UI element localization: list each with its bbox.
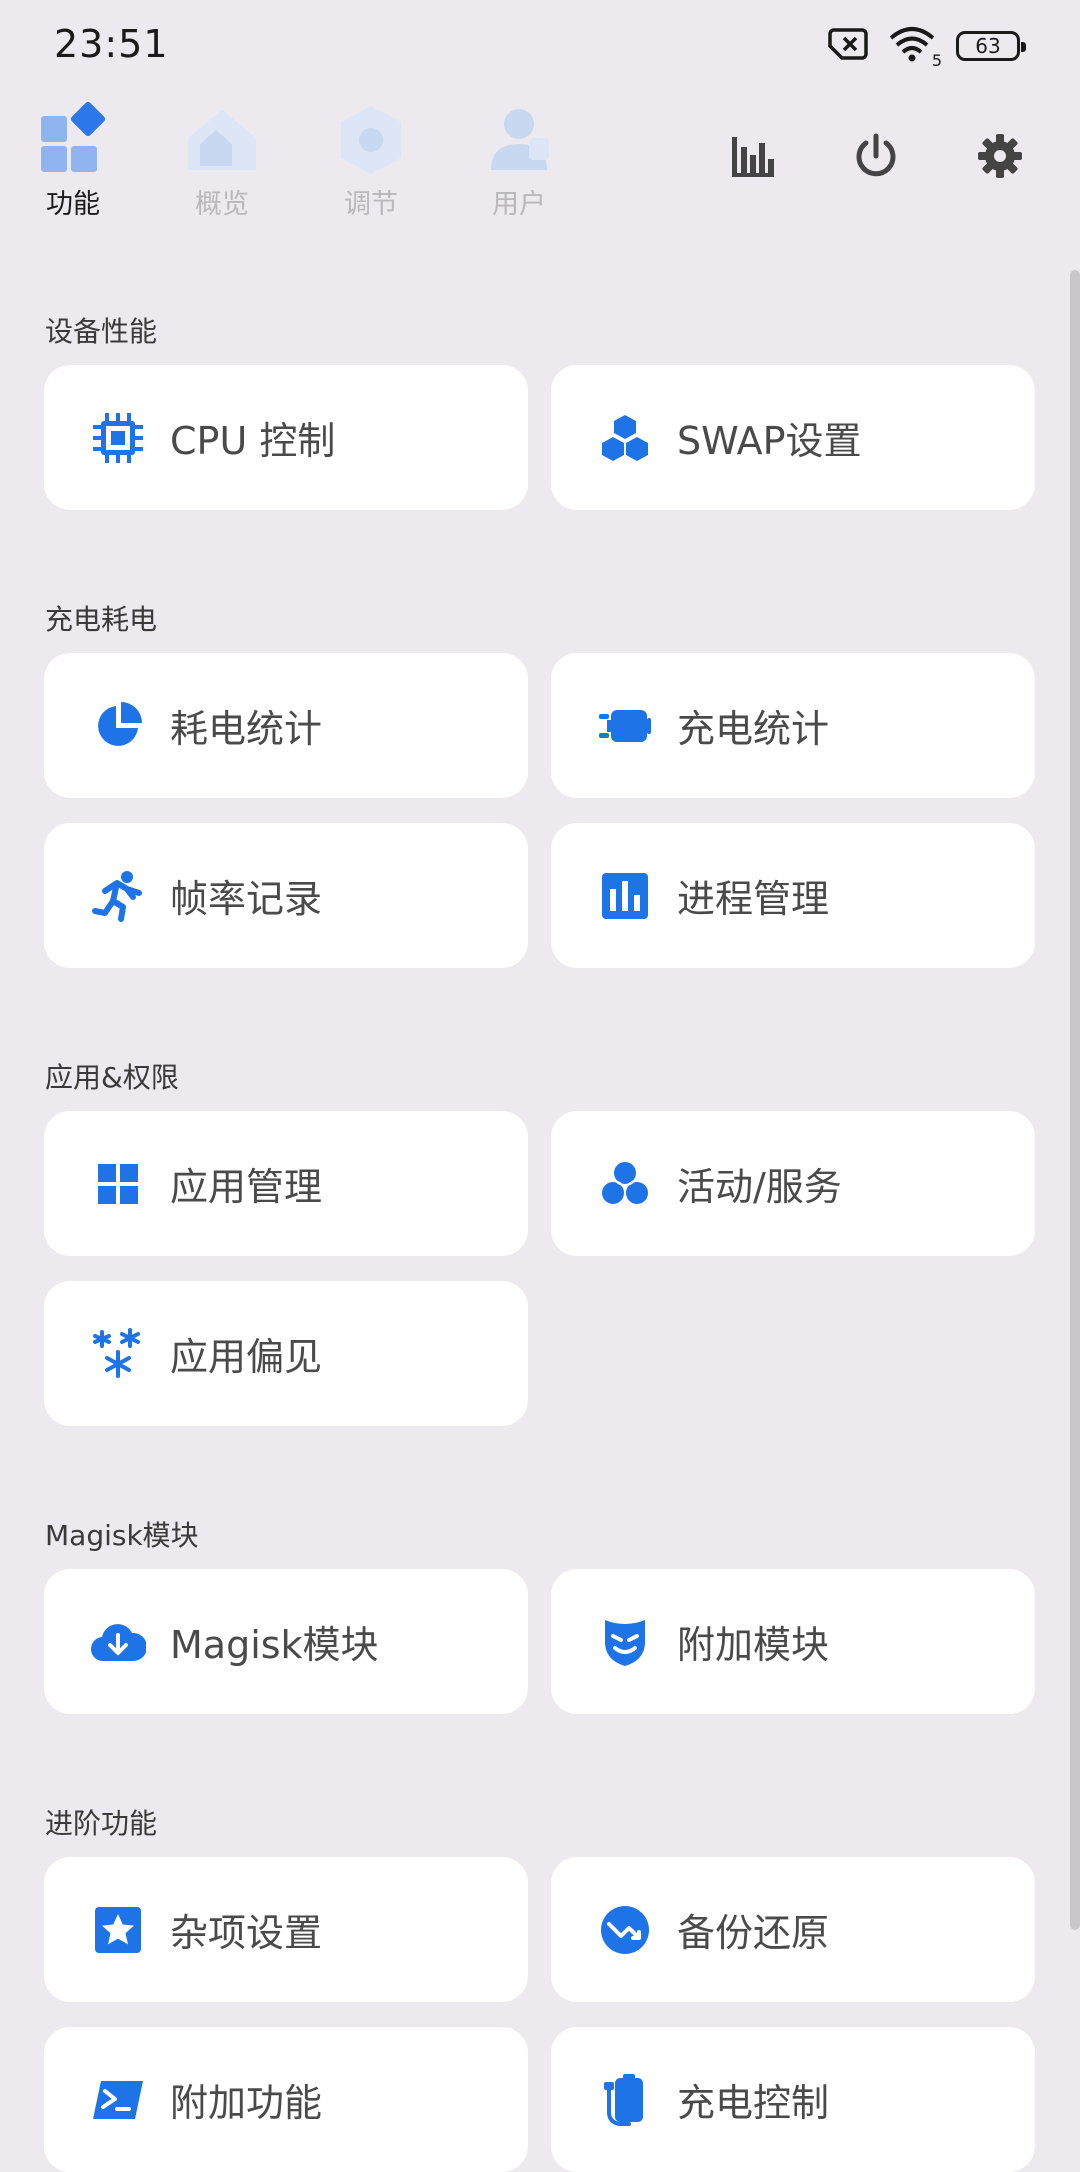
stats-button[interactable]: [723, 128, 783, 188]
user-icon: [479, 100, 559, 180]
tab-features[interactable]: 功能: [13, 100, 133, 221]
power-button[interactable]: [846, 128, 906, 188]
app-bias-card[interactable]: 应用偏见: [44, 1281, 528, 1426]
top-nav: 功能 概览 调节 用户: [0, 100, 1080, 230]
tab-tune[interactable]: 调节: [311, 100, 431, 221]
card-label: 应用偏见: [170, 1335, 323, 1379]
app-grid-icon: [90, 1156, 146, 1212]
card-label: 活动/服务: [677, 1165, 842, 1209]
tab-label: 功能: [46, 189, 100, 220]
charge-control-icon: [597, 2072, 653, 2128]
activity-icon: [597, 1156, 653, 1212]
tab-label: 概览: [195, 189, 249, 220]
card-label: 帧率记录: [170, 877, 323, 921]
no-sim-icon: [828, 28, 870, 64]
addon-functions-card[interactable]: 附加功能: [44, 2027, 528, 2172]
card-label: 进程管理: [677, 877, 830, 921]
scrollbar[interactable]: [1070, 270, 1080, 1930]
process-manage-card[interactable]: 进程管理: [551, 823, 1035, 968]
card-label: 充电统计: [677, 707, 830, 751]
charge-control-card[interactable]: 充电控制: [551, 2027, 1035, 2172]
running-icon: [90, 868, 146, 924]
star-icon: [90, 1902, 146, 1958]
overview-icon: [182, 100, 262, 180]
tab-user[interactable]: 用户: [459, 100, 579, 221]
tab-label: 用户: [492, 189, 546, 220]
terminal-icon: [90, 2072, 146, 2128]
section-title: 充电耗电: [45, 603, 158, 636]
card-label: 充电控制: [677, 2081, 830, 2125]
card-label: 耗电统计: [170, 707, 323, 751]
cloud-download-icon: [90, 1614, 146, 1670]
mask-icon: [597, 1614, 653, 1670]
battery-level: 63: [975, 34, 1001, 58]
process-icon: [597, 868, 653, 924]
battery-indicator: 63: [956, 31, 1026, 61]
card-label: SWAP设置: [677, 419, 862, 463]
activity-service-card[interactable]: 活动/服务: [551, 1111, 1035, 1256]
cpu-icon: [90, 410, 146, 466]
addon-module-card[interactable]: 附加模块: [551, 1569, 1035, 1714]
card-label: CPU 控制: [170, 419, 336, 463]
power-icon: [853, 132, 899, 184]
app-manage-card[interactable]: 应用管理: [44, 1111, 528, 1256]
tab-overview[interactable]: 概览: [162, 100, 282, 221]
snowflake-icon: [90, 1326, 146, 1382]
card-label: 附加功能: [170, 2081, 323, 2125]
card-label: 杂项设置: [170, 1911, 323, 1955]
status-bar: 23:51 5 63: [0, 0, 1080, 96]
section-title: 应用&权限: [45, 1061, 179, 1094]
backup-icon: [597, 1902, 653, 1958]
misc-settings-card[interactable]: 杂项设置: [44, 1857, 528, 2002]
section-title: 进阶功能: [45, 1807, 158, 1840]
nav-actions: [680, 128, 1080, 198]
tab-label: 调节: [344, 189, 398, 220]
cpu-control-card[interactable]: CPU 控制: [44, 365, 528, 510]
card-label: 备份还原: [677, 1911, 830, 1955]
charging-icon: [597, 698, 653, 754]
tune-icon: [331, 100, 411, 180]
wifi-icon: 5: [888, 26, 942, 70]
status-icons: 5 63: [828, 26, 1026, 70]
magisk-module-card[interactable]: Magisk模块: [44, 1569, 528, 1714]
section-title: Magisk模块: [45, 1519, 199, 1552]
bar-chart-icon: [729, 133, 777, 183]
wifi-badge: 5: [931, 51, 942, 70]
settings-button[interactable]: [970, 128, 1030, 188]
pie-chart-icon: [90, 698, 146, 754]
features-icon: [33, 100, 113, 180]
section-title: 设备性能: [45, 315, 158, 348]
card-label: 应用管理: [170, 1165, 323, 1209]
backup-restore-card[interactable]: 备份还原: [551, 1857, 1035, 2002]
swap-icon: [597, 410, 653, 466]
swap-settings-card[interactable]: SWAP设置: [551, 365, 1035, 510]
power-usage-card[interactable]: 耗电统计: [44, 653, 528, 798]
fps-record-card[interactable]: 帧率记录: [44, 823, 528, 968]
settings-icon: [976, 132, 1024, 184]
card-label: Magisk模块: [170, 1623, 379, 1667]
charging-stats-card[interactable]: 充电统计: [551, 653, 1035, 798]
card-label: 附加模块: [677, 1623, 830, 1667]
status-time: 23:51: [54, 22, 169, 66]
